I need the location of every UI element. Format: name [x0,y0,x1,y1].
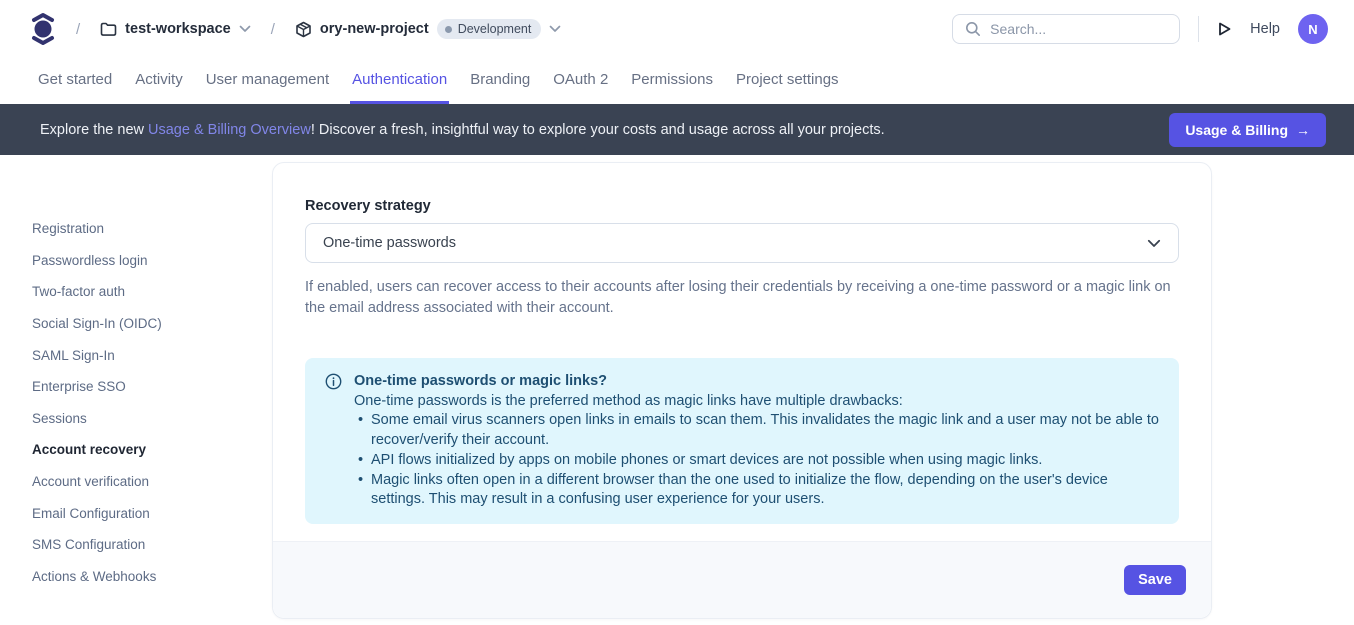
info-alert: One-time passwords or magic links? One-t… [305,358,1179,524]
sidebar-item-email-configuration[interactable]: Email Configuration [32,497,272,529]
project-name: ory-new-project [320,21,429,37]
workspace-switcher[interactable]: test-workspace [100,21,251,37]
environment-badge-label: Development [458,22,532,36]
tab-get-started[interactable]: Get started [36,58,114,104]
sidebar-item-sessions[interactable]: Sessions [32,403,272,435]
card-footer: Save [273,541,1211,618]
usage-billing-button-label: Usage & Billing [1185,122,1288,138]
status-dot [445,26,452,33]
tab-branding[interactable]: Branding [468,58,532,104]
recovery-strategy-select[interactable]: One-time passwords [305,223,1179,263]
breadcrumb-separator: / [265,21,281,38]
search-icon [965,21,981,37]
info-icon [325,372,342,510]
avatar[interactable]: N [1298,14,1328,44]
save-button[interactable]: Save [1124,565,1186,595]
chevron-down-icon [1147,239,1161,248]
top-bar: / test-workspace / ory-new-project Devel… [0,0,1354,58]
info-alert-title: One-time passwords or magic links? [354,372,1159,392]
info-bullet: Magic links often open in a different br… [354,471,1159,510]
breadcrumb-separator: / [70,21,86,38]
banner-text-suffix: ! Discover a fresh, insightful way to ex… [311,122,885,138]
banner-text-prefix: Explore the new [40,122,148,138]
workspace-name: test-workspace [125,21,231,37]
info-alert-intro: One-time passwords is the preferred meth… [354,392,1159,412]
sidebar-item-social-sign-in[interactable]: Social Sign-In (OIDC) [32,308,272,340]
info-bullet: Some email virus scanners open links in … [354,411,1159,450]
environment-badge: Development [437,19,542,39]
header-divider [1198,16,1199,42]
usage-billing-banner: Explore the new Usage & Billing Overview… [0,104,1354,155]
sidebar-item-actions-webhooks[interactable]: Actions & Webhooks [32,561,272,593]
account-recovery-card: Recovery strategy One-time passwords If … [272,162,1212,619]
chevron-down-icon [549,25,561,33]
folder-icon [100,22,117,37]
settings-sidebar: Registration Passwordless login Two-fact… [0,155,272,625]
search-input-wrapper[interactable] [952,14,1180,44]
sidebar-item-passwordless-login[interactable]: Passwordless login [32,245,272,277]
tab-project-settings[interactable]: Project settings [734,58,841,104]
recovery-strategy-help-text: If enabled, users can recover access to … [305,277,1179,318]
usage-billing-button[interactable]: Usage & Billing → [1169,113,1326,147]
package-icon [295,21,312,38]
sidebar-item-two-factor-auth[interactable]: Two-factor auth [32,276,272,308]
banner-message: Explore the new Usage & Billing Overview… [40,122,885,138]
info-bullet: API flows initialized by apps on mobile … [354,451,1159,471]
tab-oauth2[interactable]: OAuth 2 [551,58,610,104]
sidebar-item-registration[interactable]: Registration [32,213,272,245]
search-input[interactable] [990,21,1167,37]
info-alert-bullet-list: Some email virus scanners open links in … [354,411,1159,510]
main-nav-tabs: Get started Activity User management Aut… [0,58,1354,104]
content-area: Registration Passwordless login Two-fact… [0,155,1354,625]
recovery-strategy-selected-value: One-time passwords [323,235,456,251]
help-link[interactable]: Help [1250,21,1280,37]
sidebar-item-account-recovery[interactable]: Account recovery [32,434,272,466]
tab-activity[interactable]: Activity [133,58,185,104]
project-switcher[interactable]: ory-new-project Development [295,19,561,39]
play-icon[interactable] [1217,21,1232,37]
arrow-right-icon: → [1296,122,1310,138]
tab-permissions[interactable]: Permissions [629,58,715,104]
recovery-strategy-label: Recovery strategy [305,198,1179,214]
sidebar-item-saml-sign-in[interactable]: SAML Sign-In [32,339,272,371]
sidebar-item-sms-configuration[interactable]: SMS Configuration [32,529,272,561]
tab-authentication[interactable]: Authentication [350,58,449,104]
sidebar-item-account-verification[interactable]: Account verification [32,466,272,498]
ory-logo[interactable] [30,12,56,46]
sidebar-item-enterprise-sso[interactable]: Enterprise SSO [32,371,272,403]
usage-billing-overview-link[interactable]: Usage & Billing Overview [148,122,311,138]
tab-user-management[interactable]: User management [204,58,331,104]
chevron-down-icon [239,25,251,33]
